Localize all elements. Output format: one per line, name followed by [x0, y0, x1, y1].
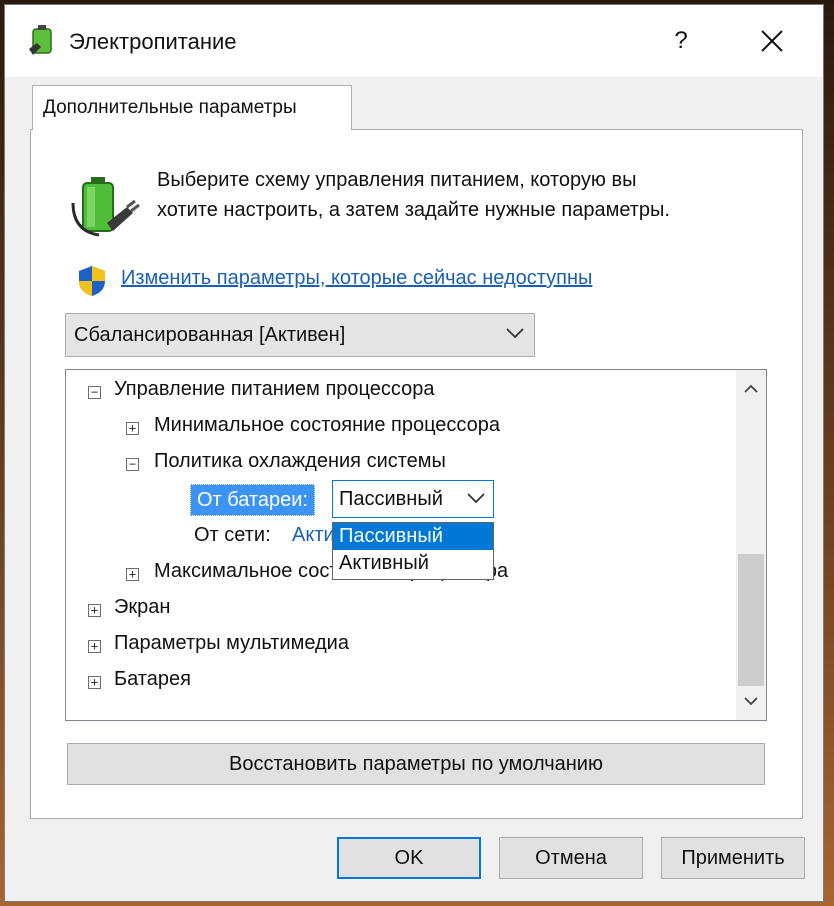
tree-item-multimedia[interactable]: Параметры мультимедиа — [114, 632, 349, 655]
power-options-window: Электропитание ? Дополнительные параметр… — [4, 4, 824, 902]
cooling-policy-dropdown-list: Пассивный Активный — [332, 522, 494, 580]
close-icon — [761, 30, 783, 52]
collapse-icon[interactable]: − — [126, 458, 139, 471]
tree-item-min-processor-state[interactable]: Минимальное состояние процессора — [154, 414, 500, 437]
scroll-up-button[interactable] — [736, 374, 766, 404]
tree-scrollbar[interactable] — [736, 370, 766, 720]
power-scheme-value: Сбалансированная [Активен] — [74, 324, 346, 346]
chevron-up-icon — [744, 384, 758, 393]
expand-icon[interactable]: + — [88, 640, 101, 653]
plugged-in-label: От сети: — [194, 524, 271, 546]
collapse-icon[interactable]: − — [88, 386, 101, 399]
expand-icon[interactable]: + — [126, 568, 139, 581]
scroll-thumb[interactable] — [738, 554, 764, 686]
battery-power-icon — [71, 177, 140, 237]
dropdown-option-passive[interactable]: Пассивный — [333, 523, 493, 550]
description-line-1: Выберите схему управления питанием, кото… — [157, 169, 637, 191]
close-button[interactable] — [745, 21, 799, 61]
settings-tree: − Управление питанием процессора + Миним… — [65, 369, 767, 721]
on-battery-select[interactable]: Пассивный — [332, 480, 494, 518]
cancel-button[interactable]: Отмена — [499, 837, 643, 879]
title-bar: Электропитание ? — [5, 5, 823, 77]
expand-icon[interactable]: + — [88, 676, 101, 689]
change-unavailable-settings-link[interactable]: Изменить параметры, которые сейчас недос… — [121, 267, 592, 290]
power-plug-icon — [29, 25, 52, 55]
tree-item-display[interactable]: Экран — [114, 596, 170, 619]
tree-item-battery[interactable]: Батарея — [114, 668, 191, 691]
ok-button[interactable]: OK — [337, 837, 481, 879]
dropdown-option-active[interactable]: Активный — [333, 550, 493, 577]
uac-shield-icon — [79, 266, 105, 296]
expand-icon[interactable]: + — [126, 422, 139, 435]
chevron-down-icon — [467, 493, 485, 504]
help-button[interactable]: ? — [657, 21, 705, 61]
tree-item-processor-power[interactable]: Управление питанием процессора — [114, 378, 434, 401]
restore-defaults-button[interactable]: Восстановить параметры по умолчанию — [67, 743, 765, 785]
power-scheme-select[interactable]: Сбалансированная [Активен] — [65, 313, 535, 357]
description-line-2: хотите настроить, а затем задайте нужные… — [157, 199, 670, 221]
on-battery-value: Пассивный — [339, 488, 443, 510]
description-text: Выберите схему управления питанием, кото… — [157, 165, 670, 225]
tree-item-cooling-policy[interactable]: Политика охлаждения системы — [154, 450, 446, 473]
chevron-down-icon — [744, 697, 758, 706]
window-title: Электропитание — [69, 29, 237, 54]
chevron-down-icon — [506, 328, 524, 339]
on-battery-label[interactable]: От батареи: — [190, 484, 315, 516]
expand-icon[interactable]: + — [88, 604, 101, 617]
tab-advanced-settings[interactable]: Дополнительные параметры — [32, 85, 352, 130]
apply-button[interactable]: Применить — [661, 837, 805, 879]
scroll-down-button[interactable] — [736, 686, 766, 716]
